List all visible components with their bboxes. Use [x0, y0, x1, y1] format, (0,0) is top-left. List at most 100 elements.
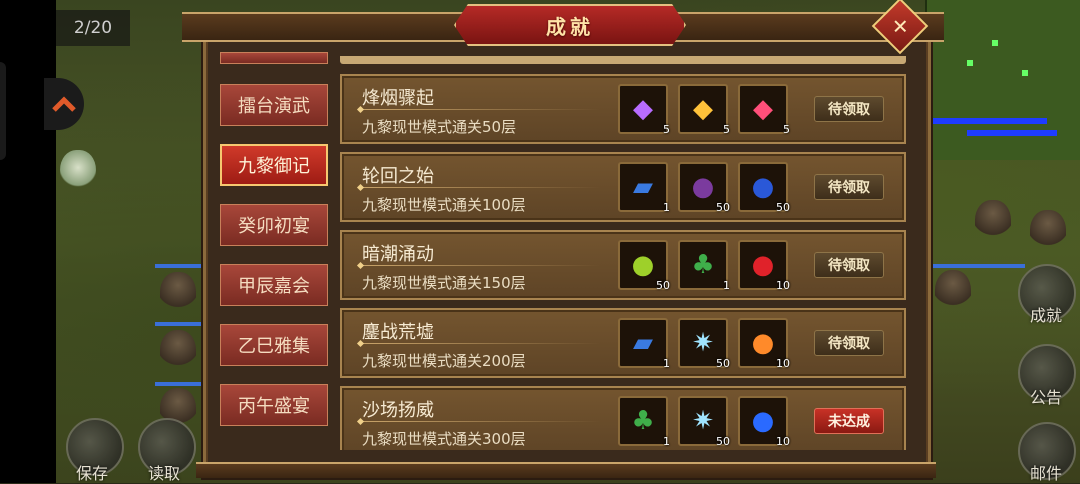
reward-item[interactable]: ✷ 50: [678, 396, 730, 448]
mini-map-wall: [927, 118, 1047, 124]
tab-guimao-chuyan[interactable]: 癸卯初宴: [220, 204, 328, 246]
mini-map-marker: [992, 40, 998, 46]
load-button-label: 读取: [148, 464, 181, 483]
reward-item[interactable]: ◆ 5: [618, 84, 670, 136]
soldier-sprite: [1030, 210, 1066, 254]
mini-map-marker: [1022, 70, 1028, 76]
achievement-description: 九黎现世模式通关150层: [362, 274, 526, 292]
reward-item[interactable]: ◆ 5: [678, 84, 730, 136]
achievement-title: 沙场扬威: [362, 400, 434, 421]
claim-button[interactable]: 待领取: [814, 252, 884, 278]
achievement-row: 暗潮涌动 九黎现世模式通关150层 ● 50 ♣ 1 ● 10 待领取: [340, 230, 906, 300]
reward-item[interactable]: ● 10: [738, 318, 790, 370]
achievement-description: 九黎现世模式通关200层: [362, 352, 526, 370]
reward-item[interactable]: ● 10: [738, 240, 790, 292]
achievement-row: 烽烟骤起 九黎现世模式通关50层 ◆ 5 ◆ 5 ◆ 5 待领取: [340, 74, 906, 144]
claim-button[interactable]: 待领取: [814, 96, 884, 122]
achievement-title: 鏖战荒墟: [362, 322, 434, 343]
achievement-title: 烽烟骤起: [362, 88, 434, 109]
unit-hp-bar: [155, 382, 205, 386]
dialog-title: 成就: [546, 14, 594, 39]
blue-scroll-icon: ▰: [633, 172, 653, 202]
tab-jiuli-yuji[interactable]: 九黎御记: [220, 144, 328, 186]
achievement-description: 九黎现世模式通关300层: [362, 430, 526, 448]
soldier-sprite: [975, 200, 1011, 244]
red-gem-icon: ◆: [753, 94, 773, 124]
reward-count: 50: [716, 357, 730, 370]
claim-button[interactable]: 待领取: [814, 174, 884, 200]
reward-item[interactable]: ● 50: [618, 240, 670, 292]
not-achieved-badge: 未达成: [814, 408, 884, 434]
row-divider: [360, 343, 600, 344]
mini-map-wall: [967, 130, 1057, 136]
reward-count: 50: [716, 201, 730, 214]
soldier-sprite: [160, 330, 196, 374]
achievement-description: 九黎现世模式通关50层: [362, 118, 517, 136]
achievement-title: 轮回之始: [362, 166, 434, 187]
reward-count: 5: [783, 123, 790, 136]
reward-count: 1: [663, 201, 670, 214]
achievement-row: 沙场扬威 九黎现世模式通关300层 ♣ 1 ✷ 50 ● 10 未达成: [340, 386, 906, 450]
achievement-row: 轮回之始 九黎现世模式通关100层 ▰ 1 ● 50 ● 50 待领取: [340, 152, 906, 222]
close-icon: ✕: [891, 13, 909, 38]
reward-item[interactable]: ♣ 1: [618, 396, 670, 448]
green-tree-icon: ♣: [691, 250, 715, 280]
soldier-sprite: [160, 272, 196, 316]
mini-map-marker: [967, 60, 973, 66]
row-divider: [360, 265, 600, 266]
row-divider: [360, 187, 600, 188]
screen-edge: [0, 0, 56, 483]
reward-count: 10: [776, 435, 790, 448]
tab-leitai-yanwu[interactable]: 擂台演武: [220, 84, 328, 126]
reward-item[interactable]: ♣ 1: [678, 240, 730, 292]
reward-item[interactable]: ✷ 50: [678, 318, 730, 370]
reward-count: 10: [776, 357, 790, 370]
notice-button-label: 公告: [1030, 388, 1063, 407]
reward-count: 5: [663, 123, 670, 136]
row-divider: [360, 421, 600, 422]
claim-button[interactable]: 待领取: [814, 330, 884, 356]
reward-count: 50: [776, 201, 790, 214]
green-tree-icon: ♣: [631, 406, 655, 436]
reward-count: 5: [723, 123, 730, 136]
reward-count: 50: [716, 435, 730, 448]
achievement-description: 九黎现世模式通关100层: [362, 196, 526, 214]
reward-count: 1: [723, 279, 730, 292]
tab-bingwu-shengyan[interactable]: 丙午盛宴: [220, 384, 328, 426]
reward-count: 1: [663, 435, 670, 448]
camera-notch: [0, 62, 6, 160]
blue-scroll-icon: ▰: [633, 328, 653, 358]
reward-item[interactable]: ● 50: [678, 162, 730, 214]
gold-gem-icon: ◆: [693, 94, 713, 124]
reward-item[interactable]: ▰ 1: [618, 318, 670, 370]
unit-hp-bar: [155, 322, 205, 326]
reward-count: 50: [656, 279, 670, 292]
reward-item[interactable]: ◆ 5: [738, 84, 790, 136]
purple-gem-icon: ◆: [633, 94, 653, 124]
mini-map[interactable]: [925, 0, 1080, 160]
stage-counter: 2/20: [56, 10, 130, 46]
tab-jiachen-jiahui[interactable]: 甲辰嘉会: [220, 264, 328, 306]
achievement-row: 鏖战荒墟 九黎现世模式通关200层 ▰ 1 ✷ 50 ● 10 待领取: [340, 308, 906, 378]
chevron-up-icon: [52, 96, 76, 112]
tab-scroll-stub: [220, 52, 328, 64]
reward-count: 1: [663, 357, 670, 370]
category-tabs: 擂台演武 九黎御记 癸卯初宴 甲辰嘉会 乙巳雅集 丙午盛宴: [220, 52, 330, 452]
tab-yisi-yaji[interactable]: 乙巳雅集: [220, 324, 328, 366]
reward-count: 10: [776, 279, 790, 292]
soldier-sprite: [935, 270, 971, 314]
mail-button-label: 邮件: [1030, 464, 1063, 483]
achievement-button-label: 成就: [1030, 306, 1063, 325]
dialog-title-plaque: 成就: [454, 4, 686, 46]
reward-item[interactable]: ● 10: [738, 396, 790, 448]
hero-sprite: [60, 150, 96, 194]
achievement-list[interactable]: 烽烟骤起 九黎现世模式通关50层 ◆ 5 ◆ 5 ◆ 5 待领取 轮回之始 九黎现世模式通关100层…: [340, 56, 906, 450]
achievement-title: 暗潮涌动: [362, 244, 434, 265]
unit-hp-bar: [155, 264, 205, 268]
reward-item[interactable]: ● 50: [738, 162, 790, 214]
unit-hp-bar: [925, 264, 1025, 268]
reward-item[interactable]: ▰ 1: [618, 162, 670, 214]
dialog-footer-frame: [196, 462, 936, 478]
row-divider: [360, 109, 600, 110]
save-button-label: 保存: [76, 464, 109, 483]
